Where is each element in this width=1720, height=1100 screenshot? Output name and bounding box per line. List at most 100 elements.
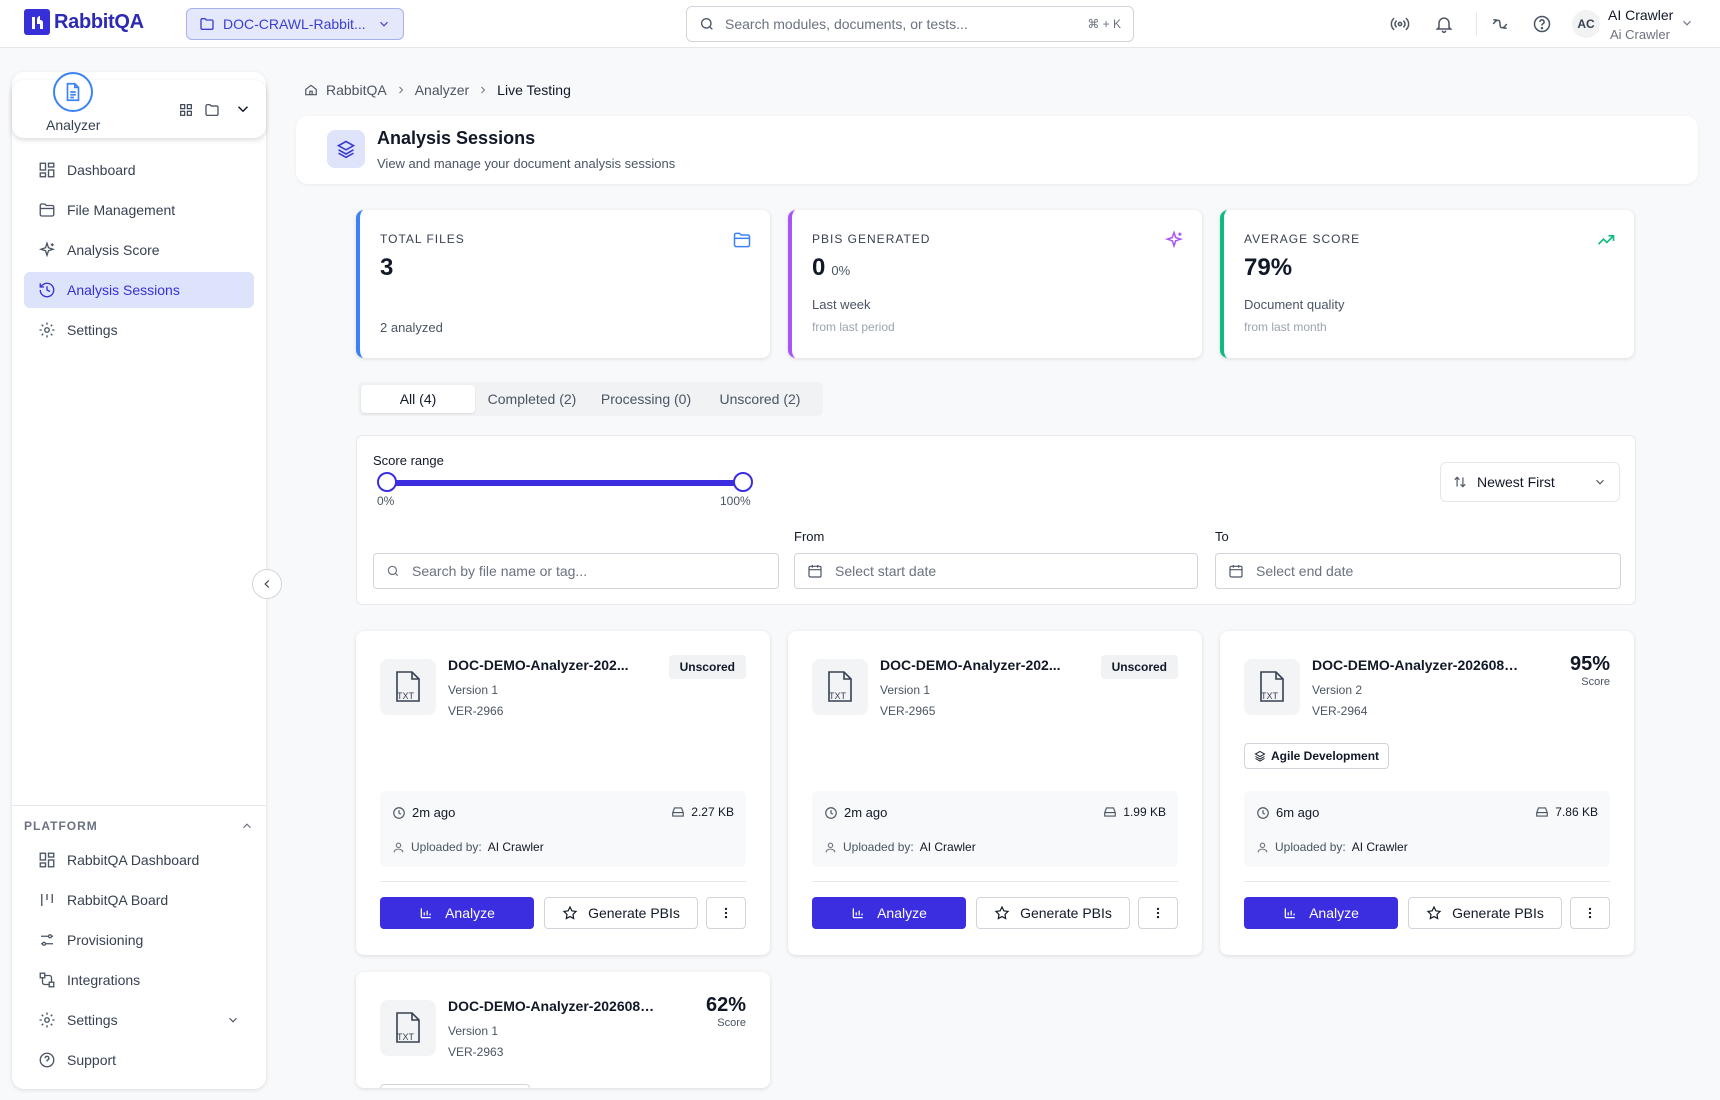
help-icon[interactable] [1532,14,1552,34]
tab-completed[interactable]: Completed (2) [475,385,589,413]
file-name[interactable]: DOC-DEMO-Analyzer-202... [880,657,1090,673]
more-vertical-icon [1151,906,1165,920]
page-title: Analysis Sessions [377,128,536,148]
chevron-down-icon[interactable] [1680,16,1694,30]
sidebar-item-rabbitqa-dashboard[interactable]: RabbitQA Dashboard [24,842,254,878]
file-version: Version 1 [448,683,499,697]
app-logo[interactable]: RabbitQA [24,9,144,35]
project-selector[interactable]: DOC-CRAWL-Rabbit... [186,8,404,40]
slider-handle-max[interactable] [733,472,753,492]
score-range-slider[interactable] [387,480,743,486]
bell-icon[interactable] [1434,14,1454,34]
home-icon[interactable] [304,83,318,97]
platform-heading: PLATFORM [24,819,98,833]
session-card[interactable]: TXT DOC-DEMO-Analyzer-2026080... Version… [356,972,770,1088]
clock-icon [392,806,406,820]
end-date-field[interactable]: Select end date [1215,553,1621,589]
breadcrumb: RabbitQA Analyzer Live Testing [304,82,571,98]
module-switcher[interactable]: Analyzer [12,72,266,138]
category-tag[interactable]: Agile Development [1244,743,1390,769]
sidebar-item-platform-settings[interactable]: Settings [24,1002,254,1038]
more-vertical-icon [1583,906,1597,920]
sidebar-item-label: Integrations [67,972,141,988]
stat-sub: Last week [812,297,871,312]
file-name[interactable]: DOC-DEMO-Analyzer-202... [448,657,658,673]
generate-pbis-button[interactable]: Generate PBIs [976,897,1130,929]
sidebar-item-provisioning[interactable]: Provisioning [24,922,254,958]
breadcrumb-home[interactable]: RabbitQA [326,82,387,98]
collapse-sidebar-button[interactable] [252,569,282,599]
theme-icon[interactable] [1490,14,1510,34]
more-vertical-icon [719,906,733,920]
file-size: 2.27 KB [691,805,734,819]
stat-label: TOTAL FILES [380,232,465,246]
folder-icon[interactable] [204,102,220,118]
generate-pbis-button[interactable]: Generate PBIs [1408,897,1562,929]
upload-time: 2m ago [844,805,888,820]
analyze-button[interactable]: Analyze [812,897,966,929]
more-options-button[interactable] [706,897,746,929]
sidebar-item-integrations[interactable]: Integrations [24,962,254,998]
session-card[interactable]: TXT DOC-DEMO-Analyzer-202... Version 1 V… [356,631,770,955]
analyze-button[interactable]: Analyze [1244,897,1398,929]
sidebar-item-file-management[interactable]: File Management [24,192,254,228]
breadcrumb-section[interactable]: Analyzer [415,82,469,98]
search-input[interactable] [725,16,1078,32]
to-label: To [1215,529,1229,544]
broadcast-icon[interactable] [1390,14,1410,34]
sidebar-item-analysis-sessions[interactable]: Analysis Sessions [24,272,254,308]
sort-select[interactable]: Newest First [1440,462,1620,502]
start-date-field[interactable]: Select start date [794,553,1198,589]
file-name[interactable]: DOC-DEMO-Analyzer-2026080... [448,998,658,1014]
layers-icon [1254,750,1266,762]
search-shortcut: ⌘ + K [1087,17,1121,31]
category-tag[interactable] [380,1084,530,1088]
sidebar-item-settings[interactable]: Settings [24,312,254,348]
sidebar-item-label: Analysis Score [67,242,160,258]
dashboard-icon [37,160,57,180]
file-search-field[interactable] [373,553,779,589]
score-range-label: Score range [373,453,444,468]
file-size: 7.86 KB [1555,805,1598,819]
tab-all[interactable]: All (4) [361,385,475,413]
analyze-button[interactable]: Analyze [380,897,534,929]
stat-value: 79% [1244,254,1293,281]
sidebar-item-support[interactable]: Support [24,1042,254,1078]
module-label: Analyzer [46,117,101,133]
session-card[interactable]: TXT DOC-DEMO-Analyzer-2026080... Version… [1220,631,1634,955]
sliders-icon [37,930,57,950]
tab-unscored[interactable]: Unscored (2) [703,385,817,413]
tab-processing[interactable]: Processing (0) [589,385,703,413]
global-search[interactable]: ⌘ + K [686,6,1134,42]
sidebar-item-rabbitqa-board[interactable]: RabbitQA Board [24,882,254,918]
user-icon [1256,841,1269,854]
platform-section-toggle[interactable]: PLATFORM [24,819,254,833]
file-name[interactable]: DOC-DEMO-Analyzer-2026080... [1312,657,1522,673]
user-menu[interactable]: AI Crawler Ai Crawler [1608,5,1673,45]
user-subtitle: Ai Crawler [1610,27,1670,42]
chevron-down-icon[interactable] [234,100,252,118]
slider-handle-min[interactable] [377,472,397,492]
score-value: 95% [1569,653,1610,675]
txt-file-icon: TXT [380,659,436,715]
stat-sub-note: from last month [1244,320,1327,334]
sidebar-item-dashboard[interactable]: Dashboard [24,152,254,188]
session-card[interactable]: TXT DOC-DEMO-Analyzer-202... Version 1 V… [788,631,1202,955]
file-search-input[interactable] [412,563,766,579]
bar-chart-icon [851,906,865,920]
clock-icon [824,806,838,820]
grid-view-icon[interactable] [178,102,194,118]
avatar[interactable]: AC [1572,10,1600,38]
upload-time: 2m ago [412,805,456,820]
folder-icon [37,200,57,220]
sidebar-item-analysis-score[interactable]: Analysis Score [24,232,254,268]
file-version: Version 2 [1312,683,1363,697]
sidebar-item-label: Provisioning [67,932,144,948]
chevron-down-icon [1593,475,1607,489]
storage-icon [671,805,685,819]
more-options-button[interactable] [1138,897,1178,929]
sort-icon [1453,475,1467,489]
sparkles-icon [37,240,57,260]
generate-pbis-button[interactable]: Generate PBIs [544,897,698,929]
more-options-button[interactable] [1570,897,1610,929]
